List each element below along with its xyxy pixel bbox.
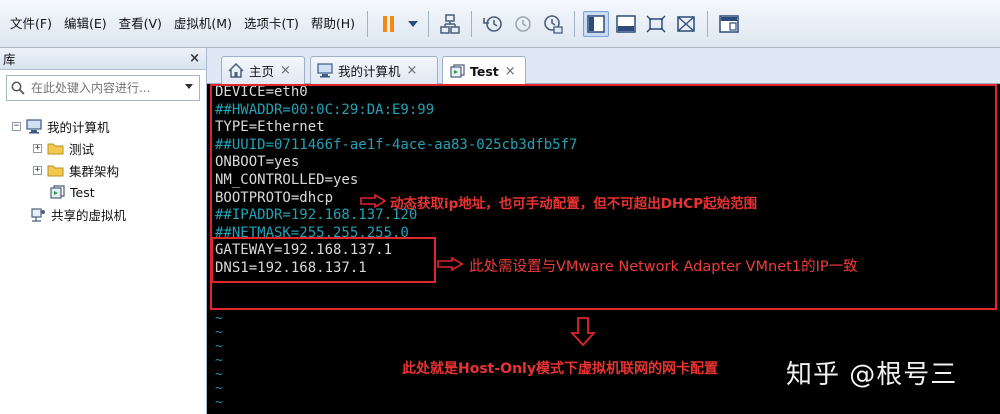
folder-icon	[47, 164, 64, 177]
collapse-icon[interactable]: −	[12, 121, 21, 131]
vm-console[interactable]: DEVICE=eth0 ##HWADDR=00:0C:29:DA:E9:99 TYP…	[207, 84, 1000, 414]
tab-label: 我的计算机	[338, 64, 401, 79]
menu-help[interactable]: 帮助(H)	[305, 0, 361, 48]
vi-tilde: ~	[215, 353, 223, 368]
tree-item-shared-vms[interactable]: 共享的虚拟机	[0, 203, 206, 225]
tab-bar: 主页 × 我的计算机 × Test ×	[207, 48, 1000, 85]
library-panel: 库 × − 我的计算机 + 测试 + 集群架构	[0, 48, 207, 414]
snapshot-manager-button[interactable]	[540, 11, 566, 37]
tree-label: 共享的虚拟机	[51, 207, 127, 223]
library-header: 库 ×	[0, 48, 206, 70]
toolbar-separator	[574, 10, 576, 37]
menu-file[interactable]: 文件(F)	[4, 0, 58, 48]
snapshot-take-icon	[483, 15, 502, 32]
folder-icon	[47, 142, 64, 155]
tab-test[interactable]: Test ×	[442, 56, 526, 85]
snapshot-manager-icon	[544, 14, 563, 34]
tab-close-button[interactable]: ×	[407, 63, 418, 78]
tab-label: Test	[470, 63, 499, 79]
vi-tilde: ~	[215, 381, 223, 396]
power-dropdown-button[interactable]	[406, 11, 420, 37]
vi-empty-lines: ~ ~ ~ ~ ~ ~ ~	[215, 312, 223, 410]
unity-icon	[677, 15, 695, 32]
computer-icon	[26, 118, 42, 134]
menubar: 文件(F) 编辑(E) 查看(V) 虚拟机(M) 选项卡(T) 帮助(H)	[0, 0, 1000, 48]
vi-tilde: ~	[215, 395, 223, 410]
expand-icon[interactable]: +	[33, 165, 42, 175]
tree-label: 我的计算机	[47, 119, 110, 135]
computer-icon	[317, 63, 333, 78]
expand-icon[interactable]: +	[33, 143, 42, 153]
search-dropdown-icon[interactable]	[185, 84, 193, 89]
toolbar-separator	[471, 10, 473, 37]
library-view-button[interactable]	[583, 10, 610, 37]
fullscreen-icon	[646, 14, 666, 33]
network-button[interactable]	[437, 11, 463, 37]
tab-label: 主页	[249, 64, 275, 79]
toolbar-separator	[707, 10, 709, 37]
pause-icon	[383, 15, 395, 32]
gateway-annotation: 此处需设置与VMware Network Adapter VMnet1的IP一致	[469, 259, 858, 275]
library-search-input[interactable]	[31, 81, 171, 95]
arrow-right-icon	[360, 194, 386, 208]
vi-tilde: ~	[215, 325, 223, 340]
vi-tilde: ~	[215, 311, 223, 326]
vi-tilde: ~	[215, 367, 223, 382]
library-close-button[interactable]: ×	[189, 51, 200, 66]
dropdown-icon	[408, 20, 419, 27]
tree-item-vm[interactable]: Test	[0, 181, 206, 203]
snapshot-revert-icon	[515, 15, 531, 32]
home-icon	[228, 63, 244, 78]
vm-icon	[450, 63, 465, 78]
revert-snapshot-button[interactable]	[510, 11, 536, 37]
network-icon	[440, 13, 460, 34]
library-tree: − 我的计算机 + 测试 + 集群架构 Test 共享的虚拟机	[0, 115, 206, 225]
tree-label: 集群架构	[69, 163, 120, 179]
toolbar-separator	[428, 10, 430, 37]
unity-button[interactable]	[673, 11, 699, 37]
shared-vm-icon	[30, 207, 46, 222]
tree-item-folder[interactable]: + 测试	[0, 137, 206, 159]
vm-icon	[49, 184, 65, 200]
library-search-box[interactable]	[6, 75, 200, 101]
pause-button[interactable]	[376, 11, 402, 37]
menu-edit[interactable]: 编辑(E)	[58, 0, 113, 48]
menu-tabs[interactable]: 选项卡(T)	[238, 0, 305, 48]
summary-annotation: 此处就是Host-Only模式下虚拟机联网的网卡配置	[402, 361, 718, 377]
thumbnail-button[interactable]	[716, 11, 742, 37]
toolbar-separator	[367, 10, 369, 37]
dhcp-annotation: 动态获取ip地址，也可手动配置，但不可超出DHCP起始范围	[390, 196, 758, 212]
tree-item-my-computer[interactable]: − 我的计算机	[0, 115, 206, 137]
tree-label: 测试	[69, 141, 95, 157]
library-title: 库	[3, 52, 16, 67]
menu-view[interactable]: 查看(V)	[113, 0, 168, 48]
zhihu-watermark: 知乎 @根号三	[786, 360, 958, 390]
search-icon	[11, 81, 25, 95]
arrow-down-icon	[570, 317, 596, 347]
tree-label: Test	[70, 184, 95, 200]
tree-item-folder[interactable]: + 集群架构	[0, 159, 206, 181]
gateway-highlight-box	[211, 237, 436, 283]
library-view-icon	[587, 14, 605, 33]
fullscreen-button[interactable]	[643, 11, 669, 37]
tab-my-computer[interactable]: 我的计算机 ×	[310, 56, 438, 84]
arrow-right-icon	[437, 257, 463, 271]
console-view-icon	[616, 14, 636, 33]
take-snapshot-button[interactable]	[480, 11, 506, 37]
tab-home[interactable]: 主页 ×	[221, 56, 305, 84]
thumbnail-icon	[719, 14, 739, 33]
tab-close-button[interactable]: ×	[280, 63, 291, 78]
tab-close-button[interactable]: ×	[505, 64, 516, 79]
menu-vm[interactable]: 虚拟机(M)	[168, 0, 238, 48]
console-view-button[interactable]	[613, 11, 639, 37]
vi-tilde: ~	[215, 339, 223, 354]
